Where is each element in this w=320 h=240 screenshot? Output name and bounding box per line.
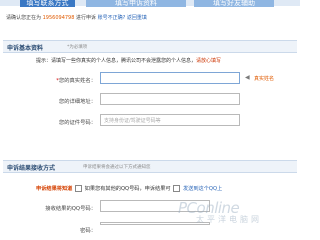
address-label: 您的详细地址： bbox=[58, 99, 96, 105]
send-to-qq-link[interactable]: 发送到这个QQ上 bbox=[183, 186, 222, 192]
wrong-account-link[interactable]: 账号不正确? bbox=[98, 15, 126, 21]
account-prefix: 请确认您正在为 bbox=[6, 15, 42, 21]
address-input[interactable] bbox=[100, 93, 240, 105]
notice-text: 提示：请填写一些你真实的个人信息，腾讯公司不会泄露您的个人信息， bbox=[36, 58, 197, 64]
result-prefix: 申诉结果将知道 bbox=[36, 186, 73, 192]
id-number-input[interactable]: 支持身份证/驾驶证号码等 bbox=[100, 114, 240, 126]
watermark-sub: 太平洋电脑网 bbox=[196, 215, 262, 224]
account-suffix: 进行申诉 bbox=[76, 15, 97, 21]
privacy-notice: 提示：请填写一些你真实的个人信息，腾讯公司不会泄露您的个人信息，请放心填写 bbox=[36, 57, 221, 64]
real-name-label: *您的真实姓名： bbox=[18, 76, 96, 84]
real-name-input[interactable] bbox=[100, 72, 240, 84]
result-middle: 如果您有其他的QQ号码，申诉结果可 bbox=[84, 186, 171, 192]
qq-number: 1956094798 bbox=[42, 15, 75, 21]
return-link[interactable]: 返回重填 bbox=[127, 15, 147, 21]
tab-contact[interactable]: 填写联系方式 bbox=[20, 0, 75, 7]
result-section-hint: 申诉结果将会通过以下方式通知您 bbox=[83, 165, 151, 170]
arrow-left-icon: ◀ bbox=[245, 74, 250, 81]
tab-friend-assist[interactable]: 填写好友辅助 bbox=[194, 0, 274, 7]
result-section-header: 申诉结果接收方式 申诉结果将会通过以下方式通知您 bbox=[3, 160, 297, 173]
real-name-label-text: 您的真实姓名： bbox=[58, 78, 96, 84]
receive-password-label: 密码： bbox=[80, 228, 96, 234]
id-number-label: 您的证件号码： bbox=[58, 120, 96, 126]
section-title: 申诉基本资料 bbox=[7, 45, 44, 52]
account-confirm-line: 请确认您正在为 1956094798 进行申诉 账号不正确? 返回重填 bbox=[6, 14, 147, 21]
result-checkbox[interactable] bbox=[74, 185, 82, 192]
result-section-title: 申诉结果接收方式 bbox=[7, 165, 56, 172]
receive-qq-label: 接收结果的QQ号码： bbox=[45, 206, 96, 212]
basic-info-section-header: 申诉基本资料 *为必填项 bbox=[3, 40, 297, 53]
result-option-line: 申诉结果将知道 如果您有其他的QQ号码，申诉结果可 发送到这个QQ上 bbox=[36, 185, 222, 192]
receive-password-input[interactable] bbox=[100, 222, 210, 225]
real-name-hint: 真实姓名 bbox=[254, 76, 275, 82]
result-checkbox-2[interactable] bbox=[173, 185, 181, 192]
tab-appeal-info[interactable]: 填写申诉资料 bbox=[86, 0, 186, 7]
notice-warn: 请放心填写 bbox=[196, 58, 222, 64]
section-hint: *为必填项 bbox=[67, 45, 88, 50]
